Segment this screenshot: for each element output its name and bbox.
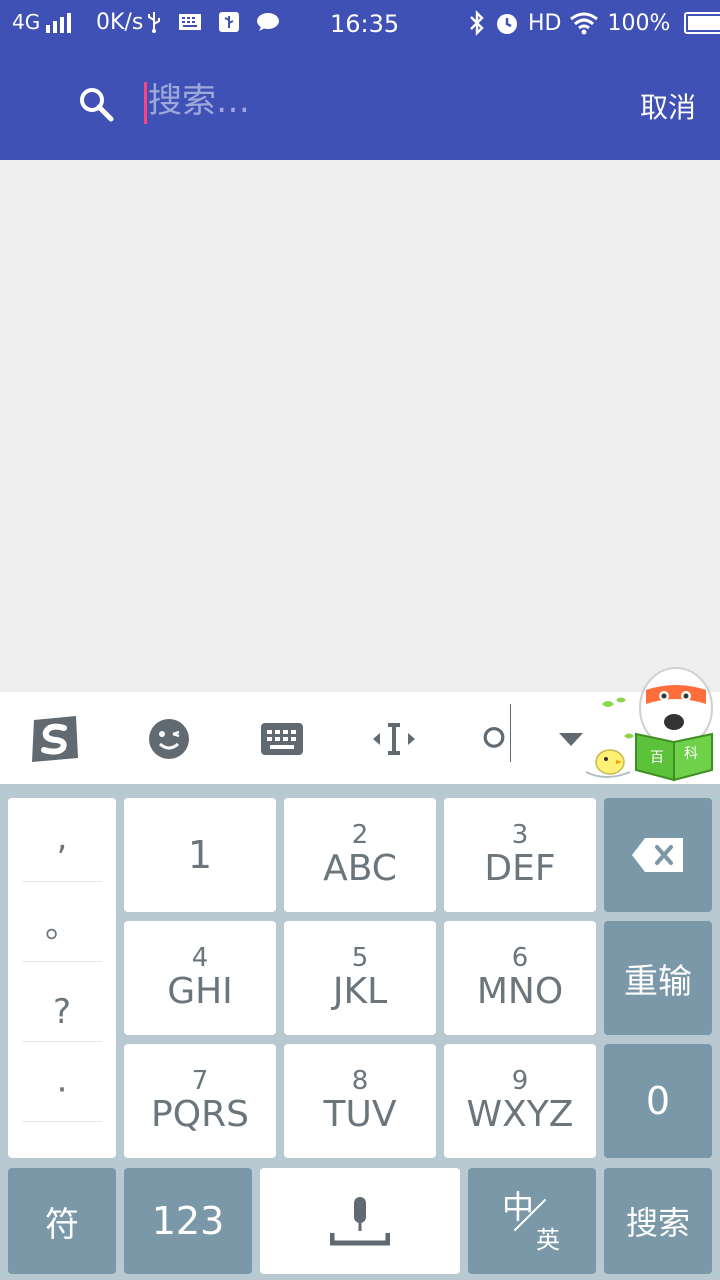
network-indicator: 4G <box>12 10 72 34</box>
system-icons: HD 100% <box>468 10 720 36</box>
key-letters: DEF <box>484 848 556 889</box>
search-submit-label: 搜索 <box>625 1204 690 1242</box>
t9-keyboard: , 。 ? · 1 2 ABC 3 DEF 4 GHI 5 JKL 6 MNO … <box>0 784 720 1280</box>
backspace-icon <box>632 838 683 872</box>
net-speed-text: 0K/s <box>96 10 144 35</box>
key-digit: 8 <box>351 1066 369 1096</box>
key-letters: ABC <box>323 848 397 889</box>
key-4-ghi[interactable]: 4 GHI <box>124 921 276 1035</box>
status-bar: 4G 0K/s 16:35 HD 100% <box>0 0 720 48</box>
punct-question[interactable]: ? <box>22 972 102 1052</box>
bluetooth-icon <box>470 10 484 36</box>
message-icon <box>257 13 279 31</box>
search-results-area <box>0 160 720 692</box>
key-digit: 6 <box>511 943 529 973</box>
key-letters: GHI <box>167 971 233 1012</box>
microphone-icon <box>330 1197 390 1246</box>
key-5-jkl[interactable]: 5 JKL <box>284 921 436 1035</box>
search-tool-icon[interactable] <box>478 712 510 766</box>
punct-divider <box>22 1041 102 1042</box>
key-digit: 2 <box>351 820 369 850</box>
key-1-label: 1 <box>187 833 213 877</box>
mascot-book-right: 科 <box>684 746 698 762</box>
punctuation-column: , 。 ? · <box>8 798 116 1158</box>
language-switch-button[interactable]: 中 英 <box>468 1168 596 1274</box>
retype-button[interactable]: 重输 <box>604 921 712 1035</box>
key-0-label: 0 <box>645 1079 671 1123</box>
punct-divider <box>22 961 102 962</box>
lang-en: 英 <box>536 1226 560 1254</box>
key-1[interactable]: 1 <box>124 798 276 912</box>
key-digit: 3 <box>511 820 529 850</box>
keyboard-notify-icon <box>179 14 201 30</box>
toolbar-divider <box>510 704 511 762</box>
search-bar: 取消 <box>0 48 720 160</box>
cursor-move-icon[interactable] <box>367 712 421 766</box>
emoji-icon[interactable] <box>142 712 196 766</box>
key-letters: PQRS <box>151 1094 249 1135</box>
clock: 16:35 <box>330 10 399 38</box>
punct-dot[interactable]: · <box>22 1050 102 1130</box>
punct-comma[interactable]: , <box>22 798 102 878</box>
battery-percent: 100% <box>607 10 671 36</box>
key-letters: WXYZ <box>466 1094 574 1135</box>
backspace-button[interactable] <box>604 798 712 912</box>
search-icon <box>80 88 114 122</box>
key-letters: MNO <box>476 971 564 1012</box>
language-switch-label: 中 英 <box>468 1168 596 1274</box>
symbol-label: 符 <box>45 1204 79 1245</box>
usb-debug-icon <box>219 12 239 32</box>
numeric-label: 123 <box>151 1199 225 1243</box>
key-digit: 9 <box>511 1066 529 1096</box>
numeric-button[interactable]: 123 <box>124 1168 252 1274</box>
mascot-book-left: 百 <box>650 750 664 766</box>
lang-zh: 中 <box>502 1188 535 1226</box>
punct-period[interactable]: 。 <box>22 882 102 962</box>
mascot-illustration: 百 科 <box>585 667 713 782</box>
key-9-wxyz[interactable]: 9 WXYZ <box>444 1044 596 1158</box>
search-submit-button[interactable]: 搜索 <box>604 1168 712 1274</box>
search-input[interactable] <box>148 78 578 124</box>
retype-label: 重输 <box>624 961 692 1002</box>
key-2-abc[interactable]: 2 ABC <box>284 798 436 912</box>
sogou-logo-icon[interactable] <box>28 712 82 766</box>
key-6-mno[interactable]: 6 MNO <box>444 921 596 1035</box>
space-voice-button[interactable] <box>260 1168 460 1274</box>
key-digit: 5 <box>351 943 369 973</box>
signal-icon <box>46 11 72 33</box>
symbol-button[interactable]: 符 <box>8 1168 116 1274</box>
punct-divider <box>22 1121 102 1122</box>
cancel-button[interactable]: 取消 <box>640 86 696 126</box>
key-3-def[interactable]: 3 DEF <box>444 798 596 912</box>
battery-icon <box>684 12 720 34</box>
network-type: 4G <box>12 10 41 34</box>
key-7-pqrs[interactable]: 7 PQRS <box>124 1044 276 1158</box>
text-caret <box>144 82 147 124</box>
usb-icon <box>148 12 160 33</box>
clock-text: 16:35 <box>330 10 400 38</box>
notification-icons <box>146 10 280 34</box>
key-letters: TUV <box>323 1094 397 1135</box>
key-8-tuv[interactable]: 8 TUV <box>284 1044 436 1158</box>
alarm-icon <box>497 14 517 34</box>
hd-label: HD <box>528 10 562 36</box>
key-letters: JKL <box>332 971 388 1012</box>
key-digit: 7 <box>191 1066 209 1096</box>
key-0[interactable]: 0 <box>604 1044 712 1158</box>
key-digit: 4 <box>191 943 209 973</box>
wifi-icon <box>570 12 599 35</box>
app-bar: 4G 0K/s 16:35 HD 100% 搜索… 取消 <box>0 0 720 160</box>
net-speed: 0K/s <box>96 10 143 35</box>
keyboard-switch-icon[interactable] <box>255 712 309 766</box>
